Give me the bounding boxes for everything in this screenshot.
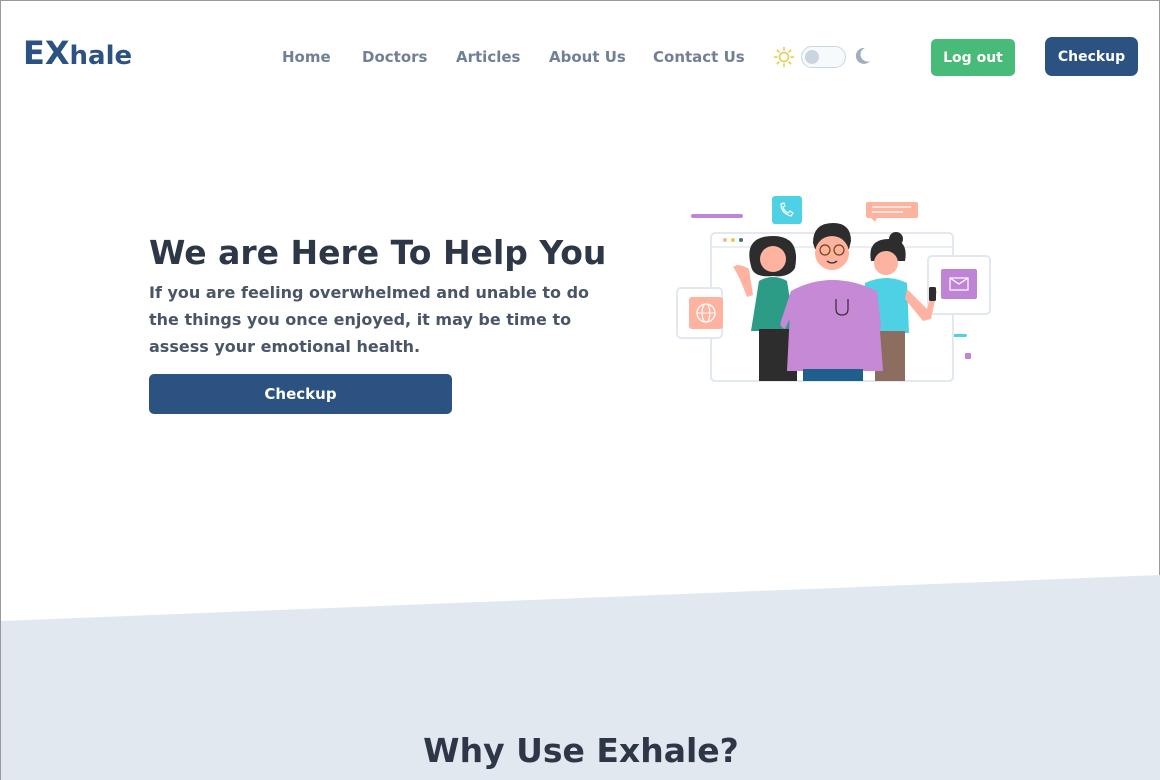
theme-toggle[interactable] xyxy=(801,46,846,68)
logo-hale: hale xyxy=(69,41,133,71)
theme-toggle-knob xyxy=(805,50,819,64)
nav-link-contact-us[interactable]: Contact Us xyxy=(653,47,745,67)
hero-checkup-button[interactable]: Checkup xyxy=(149,374,452,414)
nav-checkup-button[interactable]: Checkup xyxy=(1045,37,1138,76)
nav-link-home[interactable]: Home xyxy=(282,47,331,67)
moon-icon xyxy=(855,47,870,64)
nav-link-about-us[interactable]: About Us xyxy=(549,47,626,67)
nav-link-articles[interactable]: Articles xyxy=(456,47,520,67)
logout-button[interactable]: Log out xyxy=(931,39,1015,76)
logo-ex: EX xyxy=(23,34,70,72)
hero-illustration xyxy=(676,196,991,382)
hero-text: If you are feeling overwhelmed and unabl… xyxy=(149,283,590,356)
brand-logo[interactable]: EXhale xyxy=(23,37,132,69)
navbar: EXhale Home Doctors Articles About Us Co… xyxy=(1,1,1160,113)
hero-title: We are Here To Help You xyxy=(149,233,607,272)
section-title: Why Use Exhale? xyxy=(423,731,739,770)
sun-icon xyxy=(773,46,795,68)
nav-link-doctors[interactable]: Doctors xyxy=(362,47,427,67)
